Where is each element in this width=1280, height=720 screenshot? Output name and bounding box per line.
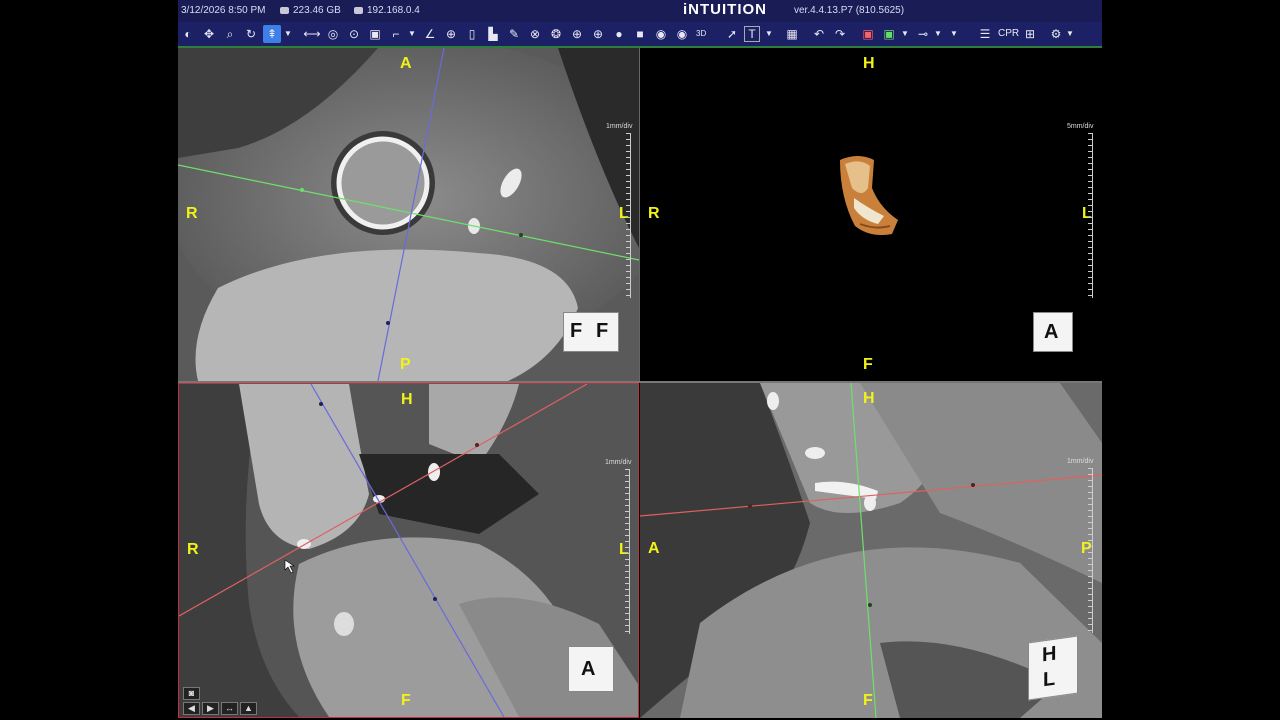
title-bar: 3/12/2026 8:50 PM 223.46 GB 192.168.0.4 … — [178, 0, 1102, 22]
scale-ruler — [1084, 468, 1093, 633]
navigate-dropdown-icon[interactable]: ▼ — [284, 25, 292, 43]
angle-alt-icon[interactable]: ∠ — [421, 25, 439, 43]
histogram-icon[interactable]: ▙ — [484, 25, 502, 43]
orientation-left: A — [648, 540, 660, 557]
cube-face-side: F — [596, 320, 609, 342]
orientation-left: R — [187, 541, 199, 558]
scale-label: 5mm/div — [1067, 123, 1094, 130]
angle-dropdown-icon[interactable]: ▼ — [408, 25, 416, 43]
image-color-icon[interactable]: ▣ — [859, 25, 877, 43]
list-icon[interactable]: ☰ — [976, 25, 994, 43]
sphere-icon[interactable]: ● — [610, 25, 628, 43]
rotate-icon[interactable]: ↻ — [242, 25, 260, 43]
disk-icon — [280, 6, 289, 14]
orientation-top: H — [863, 390, 875, 407]
orientation-bottom: P — [400, 356, 411, 373]
text-tool-icon[interactable]: T — [744, 26, 760, 42]
camera-icon[interactable]: ◙ — [183, 687, 200, 700]
orientation-top: H — [401, 391, 413, 408]
orientation-left: R — [186, 205, 198, 222]
viewport-volume-render[interactable]: H F R L 5mm/div A — [640, 48, 1102, 381]
cube-face-top: H — [1042, 642, 1057, 667]
layout-icon[interactable]: ▦ — [783, 25, 801, 43]
orientation-bottom: F — [401, 692, 411, 709]
orientation-cube[interactable]: F F — [563, 312, 619, 352]
orientation-top: H — [863, 55, 875, 72]
sculpt-icon[interactable]: ✎ — [505, 25, 523, 43]
disk-space-value: 223.46 GB — [293, 5, 341, 16]
orientation-bottom: F — [863, 692, 873, 709]
network-icon — [354, 6, 363, 14]
link-icon[interactable]: ⊸ — [914, 25, 932, 43]
cylinder-icon[interactable]: ▯ — [463, 25, 481, 43]
intuition-app: 3/12/2026 8:50 PM 223.46 GB 192.168.0.4 … — [178, 0, 1102, 720]
eye-icon[interactable]: ◉ — [652, 25, 670, 43]
pointer-icon[interactable]: ➚ — [723, 25, 741, 43]
cube-face-front: A — [1044, 321, 1059, 343]
navigate-icon[interactable]: ⇞ — [263, 25, 281, 43]
brand-logo: iNTUITION — [683, 1, 767, 18]
angle-icon[interactable]: ⌐ — [387, 25, 405, 43]
more-dropdown-icon[interactable]: ▼ — [950, 25, 958, 43]
crosshair-icon[interactable]: ⊕ — [442, 25, 460, 43]
orientation-cube[interactable]: H L — [1028, 635, 1078, 701]
tree-dropdown-icon[interactable]: ▼ — [1066, 25, 1074, 43]
undo-icon[interactable]: ↶ — [810, 25, 828, 43]
scale-ruler — [621, 469, 630, 634]
link-dropdown-icon[interactable]: ▼ — [934, 25, 942, 43]
roi-target-icon[interactable]: ⊙ — [345, 25, 363, 43]
text-tool-dropdown-icon[interactable]: ▼ — [765, 25, 773, 43]
pan-icon[interactable]: ✥ — [200, 25, 218, 43]
orientation-left: R — [648, 205, 660, 222]
main-toolbar: ◐ ✥ ⌕ ↻ ⇞ ▼ ⟷ ◎ ⊙ ▣ ⌐ ▼ ∠ ⊕ ▯ ▙ ✎ ⊗ ❂ ⊕ … — [178, 22, 1102, 48]
orientation-cube[interactable]: A — [568, 646, 614, 692]
datetime-label: 3/12/2026 8:50 PM — [181, 5, 266, 16]
cube-icon[interactable]: ■ — [631, 25, 649, 43]
cube-face-front: L — [1043, 667, 1056, 692]
disk-space: 223.46 GB — [280, 5, 341, 16]
ruler-icon[interactable]: ⟷ — [303, 25, 321, 43]
tree-icon[interactable]: ⚙ — [1047, 25, 1065, 43]
scale-ruler — [622, 133, 631, 298]
scale-label: 1mm/div — [606, 123, 633, 130]
contrast-icon[interactable]: ◐ — [179, 25, 197, 43]
plus-square-icon[interactable]: ⊞ — [1021, 25, 1039, 43]
snapshot-icon[interactable]: ▣ — [366, 25, 384, 43]
ip-address-value: 192.168.0.4 — [367, 5, 420, 16]
green-square-icon[interactable]: ▣ — [880, 25, 898, 43]
zoom-icon[interactable]: ⌕ — [221, 25, 239, 43]
redo-icon[interactable]: ↷ — [831, 25, 849, 43]
version-label: ver.4.4.13.P7 (810.5625) — [794, 5, 905, 16]
roi-circle-icon[interactable]: ◎ — [324, 25, 342, 43]
scale-label: 1mm/div — [1067, 458, 1094, 465]
viewport-axial[interactable]: A P R L 1mm/div F F — [178, 48, 640, 381]
scale-ruler — [1084, 133, 1093, 298]
cube-face-front: F — [570, 320, 583, 342]
add-circle-alt-icon[interactable]: ⊕ — [589, 25, 607, 43]
viewport-sagittal[interactable]: H F A P 1mm/div H L — [640, 383, 1102, 718]
ip-address: 192.168.0.4 — [354, 5, 420, 16]
orientation-bottom: F — [863, 356, 873, 373]
three-d-icon[interactable]: 3D — [696, 25, 706, 43]
fit-icon[interactable]: ↔ — [221, 702, 238, 715]
next-icon[interactable]: ▶ — [202, 702, 219, 715]
orientation-cube[interactable]: A — [1033, 312, 1073, 352]
orientation-top: A — [400, 55, 412, 72]
scale-label: 1mm/div — [605, 459, 632, 466]
prev-icon[interactable]: ◀ — [183, 702, 200, 715]
segment-icon[interactable]: ❂ — [547, 25, 565, 43]
cut-icon[interactable]: ⊗ — [526, 25, 544, 43]
color-dropdown-icon[interactable]: ▼ — [901, 25, 909, 43]
viewport-controls: ◙ ◀ ▶ ↔ ▲ — [183, 687, 259, 715]
cpr-button[interactable]: CPR — [998, 25, 1019, 43]
eye-alt-icon[interactable]: ◉ — [673, 25, 691, 43]
add-circle-icon[interactable]: ⊕ — [568, 25, 586, 43]
cube-face-front: A — [581, 658, 596, 680]
expand-icon[interactable]: ▲ — [240, 702, 257, 715]
viewport-coronal[interactable]: H F R L 1mm/div A ◙ ◀▶↔▲ — [178, 383, 639, 718]
